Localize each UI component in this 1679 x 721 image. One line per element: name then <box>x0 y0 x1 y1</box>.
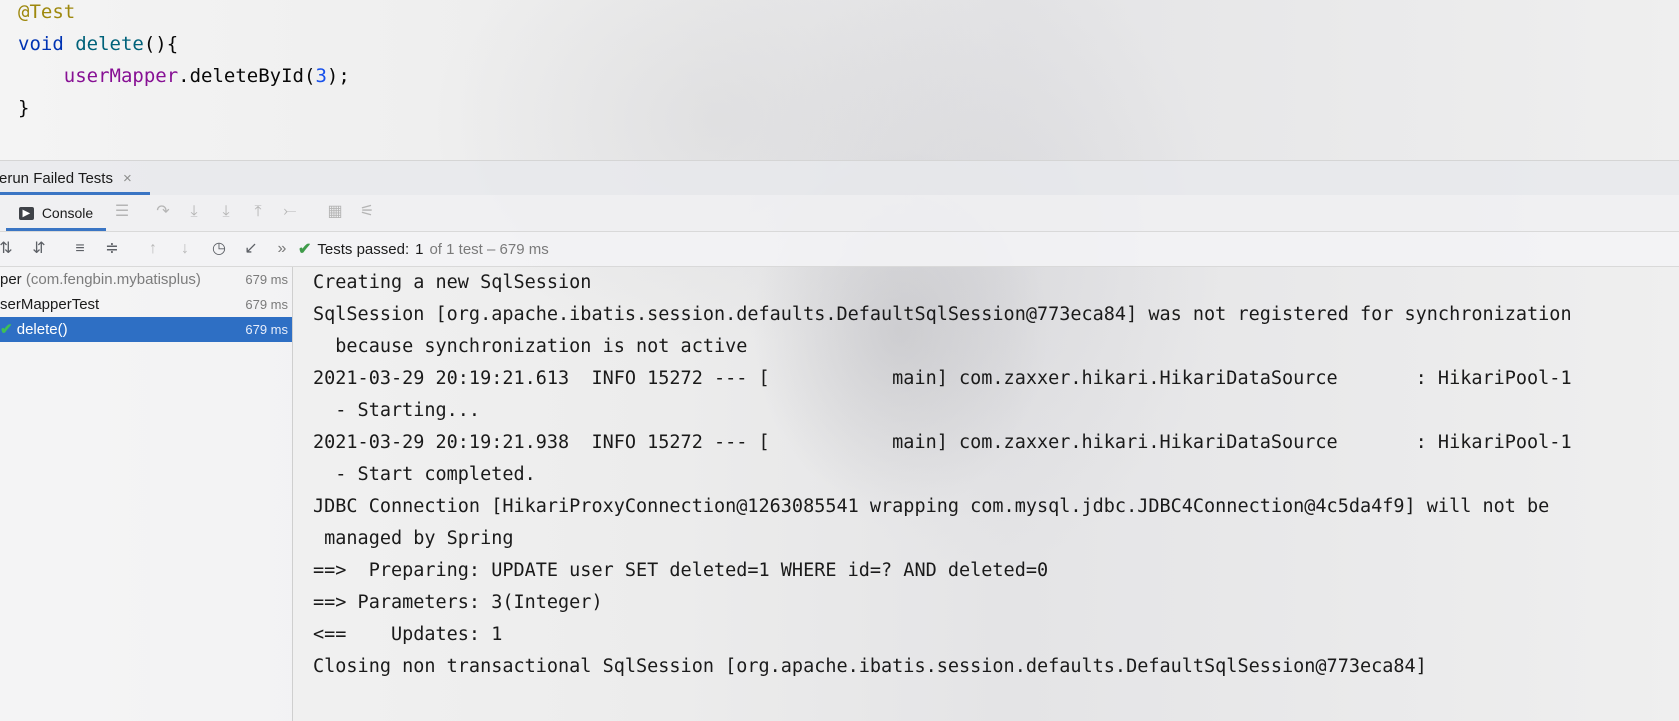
field-usermapper: userMapper <box>63 65 179 87</box>
console-line: because synchronization is not active <box>313 336 748 357</box>
console-line: 2021-03-29 20:19:21.938 INFO 15272 --- [… <box>313 432 1572 453</box>
status-count: 1 <box>415 240 424 258</box>
check-icon: ✔ <box>298 241 312 258</box>
tab-label: erun Failed Tests <box>0 169 113 187</box>
tree-item-time: 679 ms <box>245 322 288 337</box>
sort-duration-icon[interactable]: ⇵ <box>29 240 49 258</box>
tree-item-delete-test[interactable]: ✔ delete() 679 ms <box>0 317 292 342</box>
call-deletebyid: .deleteById( <box>178 65 316 87</box>
next-failed-icon[interactable]: ↓ <box>175 240 195 258</box>
method-signature-line: void delete(){ <box>18 28 178 60</box>
collapse-all-icon[interactable]: ≑ <box>102 240 122 258</box>
annotation-line: @Test <box>18 1 76 23</box>
keyword-void: void <box>18 33 64 55</box>
scroll-down-icon[interactable]: ⤓ <box>185 203 203 221</box>
method-parens: (){ <box>143 33 179 55</box>
closing-brace-line: } <box>18 97 30 119</box>
tree-item-time: 679 ms <box>245 272 288 287</box>
tab-rerun-failed-tests[interactable]: erun Failed Tests × <box>0 161 150 195</box>
menu-icon[interactable]: ☰ <box>113 203 131 221</box>
call-argument: 3 <box>315 65 327 87</box>
console-line: 2021-03-29 20:19:21.613 INFO 15272 --- [… <box>313 368 1572 389</box>
console-line: Creating a new SqlSession <box>313 272 592 293</box>
expand-all-icon[interactable]: ≡ <box>70 240 90 258</box>
active-tab-indicator <box>6 228 106 231</box>
tree-item-name: delete() <box>16 321 68 338</box>
console-line: - Start completed. <box>313 464 536 485</box>
soft-wrap-icon[interactable]: ⤚ <box>281 203 299 221</box>
history-icon[interactable]: ◷ <box>209 240 229 258</box>
tab-console-label: Console <box>41 205 94 221</box>
export-test-results-icon[interactable]: ↙ <box>241 240 261 258</box>
code-editor[interactable]: @Test void delete(){ userMapper.deleteBy… <box>0 0 1679 160</box>
passed-icon: ✔ <box>0 321 13 338</box>
console-output[interactable]: Creating a new SqlSession SqlSession [or… <box>313 267 1679 721</box>
console-line: JDBC Connection [HikariProxyConnection@1… <box>313 496 1550 517</box>
tree-item-name: serMapperTest <box>0 296 100 313</box>
console-line: SqlSession [org.apache.ibatis.session.de… <box>313 304 1572 325</box>
test-status: ✔ Tests passed: 1 of 1 test – 679 ms <box>298 232 549 266</box>
console-icon: ▶ <box>18 206 34 220</box>
prev-failed-icon[interactable]: ↑ <box>143 240 163 258</box>
console-line: - Starting... <box>313 400 481 421</box>
console-line: ==> Parameters: 3(Integer) <box>313 592 603 613</box>
test-results-toolbar: ⇅ ⇵ ≡ ≑ ↑ ↓ ◷ ↙ » ✔ Tests passed: 1 of 1… <box>0 232 1679 267</box>
test-tree: per (com.fengbin.mybatisplus) 679 ms ser… <box>0 267 293 721</box>
expand-toolbar-icon[interactable]: » <box>272 240 292 258</box>
console-toolbar: ▶ Console ☰ ↷ ⤓ ⤓ ⤒ ⤚ ▦ ⚟ <box>0 195 1679 232</box>
console-line: Closing non transactional SqlSession [or… <box>313 656 1427 677</box>
rerun-icon[interactable]: ↷ <box>154 203 172 221</box>
status-detail: of 1 test – 679 ms <box>429 240 549 258</box>
export-icon[interactable]: ⤒ <box>249 203 267 221</box>
sort-alpha-icon[interactable]: ⇅ <box>0 240 16 258</box>
console-line: <== Updates: 1 <box>313 624 503 645</box>
tab-console[interactable]: ▶ Console <box>6 195 106 231</box>
status-label: Tests passed: <box>317 240 410 258</box>
tree-item-time: 679 ms <box>245 297 288 312</box>
method-body-line: userMapper.deleteById(3); <box>18 60 350 92</box>
tree-item-label: per (com.fengbin.mybatisplus) <box>0 267 201 292</box>
import-icon[interactable]: ⤓ <box>217 203 235 221</box>
console-line: ==> Preparing: UPDATE user SET deleted=1… <box>313 560 1049 581</box>
tree-item-label: ✔ delete() <box>0 317 68 342</box>
tree-item-class[interactable]: per (com.fengbin.mybatisplus) 679 ms <box>0 267 292 292</box>
settings-icon[interactable]: ⚟ <box>358 203 376 221</box>
run-tool-window-tabs: erun Failed Tests × <box>0 160 1679 195</box>
method-name: delete <box>75 33 144 55</box>
tree-item-name: per <box>0 271 22 288</box>
console-line: managed by Spring <box>313 528 514 549</box>
tree-item-test-class[interactable]: serMapperTest 679 ms <box>0 292 292 317</box>
call-end: ); <box>326 65 350 87</box>
close-icon[interactable]: × <box>123 170 132 187</box>
print-icon[interactable]: ▦ <box>326 203 344 221</box>
tree-item-package: (com.fengbin.mybatisplus) <box>25 271 201 288</box>
